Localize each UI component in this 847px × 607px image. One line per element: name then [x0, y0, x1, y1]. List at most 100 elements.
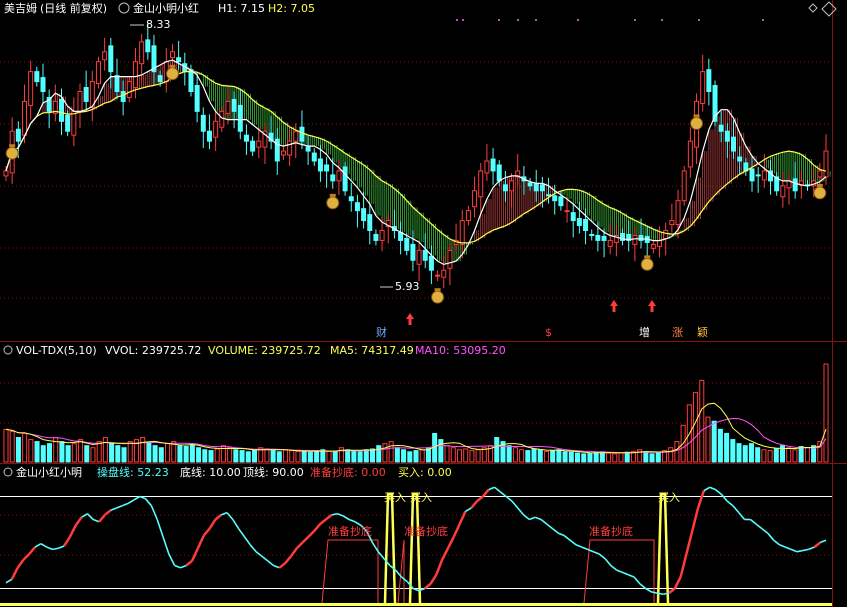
candle-up	[459, 220, 465, 245]
candle-up	[663, 230, 669, 239]
candle-down	[65, 114, 71, 132]
low-price-label: 5.93	[395, 280, 420, 293]
volume-bar-down	[270, 450, 276, 463]
main-line-segment	[540, 518, 548, 525]
candle-up	[416, 249, 422, 265]
main-line-segment	[301, 535, 310, 544]
volume-bar-down	[376, 445, 382, 463]
candle-up	[447, 249, 453, 269]
candle-up	[823, 150, 829, 178]
candle-down	[583, 219, 589, 231]
volume-bar-up	[164, 443, 171, 463]
candle-up	[256, 140, 262, 148]
chart-canvas[interactable]: 美吉姆 (日线 前复权) 金山小明小红 H1: 7.15 H2: 7.05 8.…	[0, 0, 847, 607]
candle-down	[305, 146, 311, 152]
main-line-segment	[633, 576, 641, 585]
main-line-segment	[98, 514, 106, 523]
volume-bar-down	[724, 432, 730, 463]
main-line-segment	[494, 486, 501, 493]
volume-bar-down	[742, 445, 748, 463]
volume-bar-down	[189, 444, 195, 463]
signal-dot	[535, 19, 537, 21]
main-line-segment	[696, 490, 706, 509]
main-line-segment	[10, 567, 19, 580]
volume-bar-down	[276, 451, 282, 463]
candle-down	[299, 126, 305, 142]
volume-bar-up	[22, 432, 28, 463]
main-line-segment	[116, 504, 123, 509]
candle-up	[681, 170, 687, 202]
main-line-segment	[796, 549, 803, 553]
volume-bar-up	[804, 447, 810, 463]
volume-bar-up	[456, 449, 463, 463]
main-line-segment	[639, 583, 647, 590]
main-line-segment	[220, 511, 228, 516]
volume-bar-up	[388, 441, 394, 463]
volume-bar-down	[581, 453, 587, 463]
main-line-segment	[645, 587, 652, 593]
main-line-segment	[180, 564, 187, 569]
money-bag-icon	[431, 290, 445, 304]
vvol-label: VVOL: 239725.72	[105, 344, 201, 357]
settings-icon[interactable]	[3, 345, 13, 355]
candle-down	[558, 196, 564, 207]
volume-bar-down	[401, 449, 407, 463]
prep-marker-label: 准备抄底	[589, 524, 633, 538]
signal-dot	[762, 19, 764, 21]
main-line-segment	[133, 495, 141, 501]
candle-down	[755, 174, 761, 177]
main-line-segment	[319, 518, 327, 526]
candle-down	[108, 45, 114, 73]
main-line-segment	[569, 539, 577, 546]
main-line-segment	[720, 493, 728, 502]
main-line-segment	[255, 551, 263, 557]
main-line-segment	[168, 553, 176, 566]
main-line-segment	[738, 512, 746, 521]
event-label: 涨	[672, 326, 683, 339]
settings-icon[interactable]	[3, 467, 13, 477]
main-line-segment	[16, 559, 25, 569]
candle-down	[311, 152, 317, 162]
main-line-segment	[470, 500, 479, 509]
candle-down	[428, 255, 434, 271]
volume-bar-down	[773, 448, 779, 463]
candle-up	[77, 91, 83, 112]
diamond-icon[interactable]	[808, 3, 818, 13]
main-line-segment	[237, 528, 246, 538]
volume-bar-down	[146, 441, 152, 463]
up-arrow-icon	[406, 313, 414, 325]
settings-icon[interactable]	[118, 2, 130, 14]
candle-up	[213, 120, 219, 138]
main-line-segment	[627, 573, 635, 578]
up-arrow-icon	[648, 300, 656, 312]
main-line-segment	[127, 499, 135, 505]
main-line-segment	[63, 536, 72, 547]
volume-bar-down	[643, 451, 649, 463]
main-line-segment	[429, 574, 438, 585]
buy-arrows	[406, 300, 656, 325]
main-line-segment	[581, 546, 588, 551]
candle-up	[71, 110, 77, 136]
signal-dot	[698, 19, 700, 21]
main-line-segment	[122, 502, 129, 507]
main-line-segment	[278, 562, 286, 569]
main-line-segment	[679, 553, 688, 578]
baseline-bar	[0, 603, 832, 606]
volume-bar-up	[699, 379, 705, 463]
main-line-segment	[668, 587, 676, 595]
main-line-segment	[458, 510, 467, 525]
expand-icon[interactable]	[821, 1, 837, 17]
volume-bar-up	[543, 450, 549, 463]
main-line-segment	[604, 558, 612, 567]
main-line-segment	[749, 518, 757, 525]
buy-marker-label: 买入	[410, 491, 432, 504]
volume-bar-down	[233, 449, 239, 463]
main-line-label: 操盘线: 52.23	[97, 465, 169, 479]
volume-bar-down	[121, 447, 127, 463]
main-line-segment	[446, 536, 455, 549]
main-line-segment	[68, 524, 77, 538]
candle-down	[176, 57, 182, 63]
candle-up	[169, 51, 175, 59]
volume-bar-down	[208, 450, 214, 463]
main-line-segment	[81, 513, 88, 518]
